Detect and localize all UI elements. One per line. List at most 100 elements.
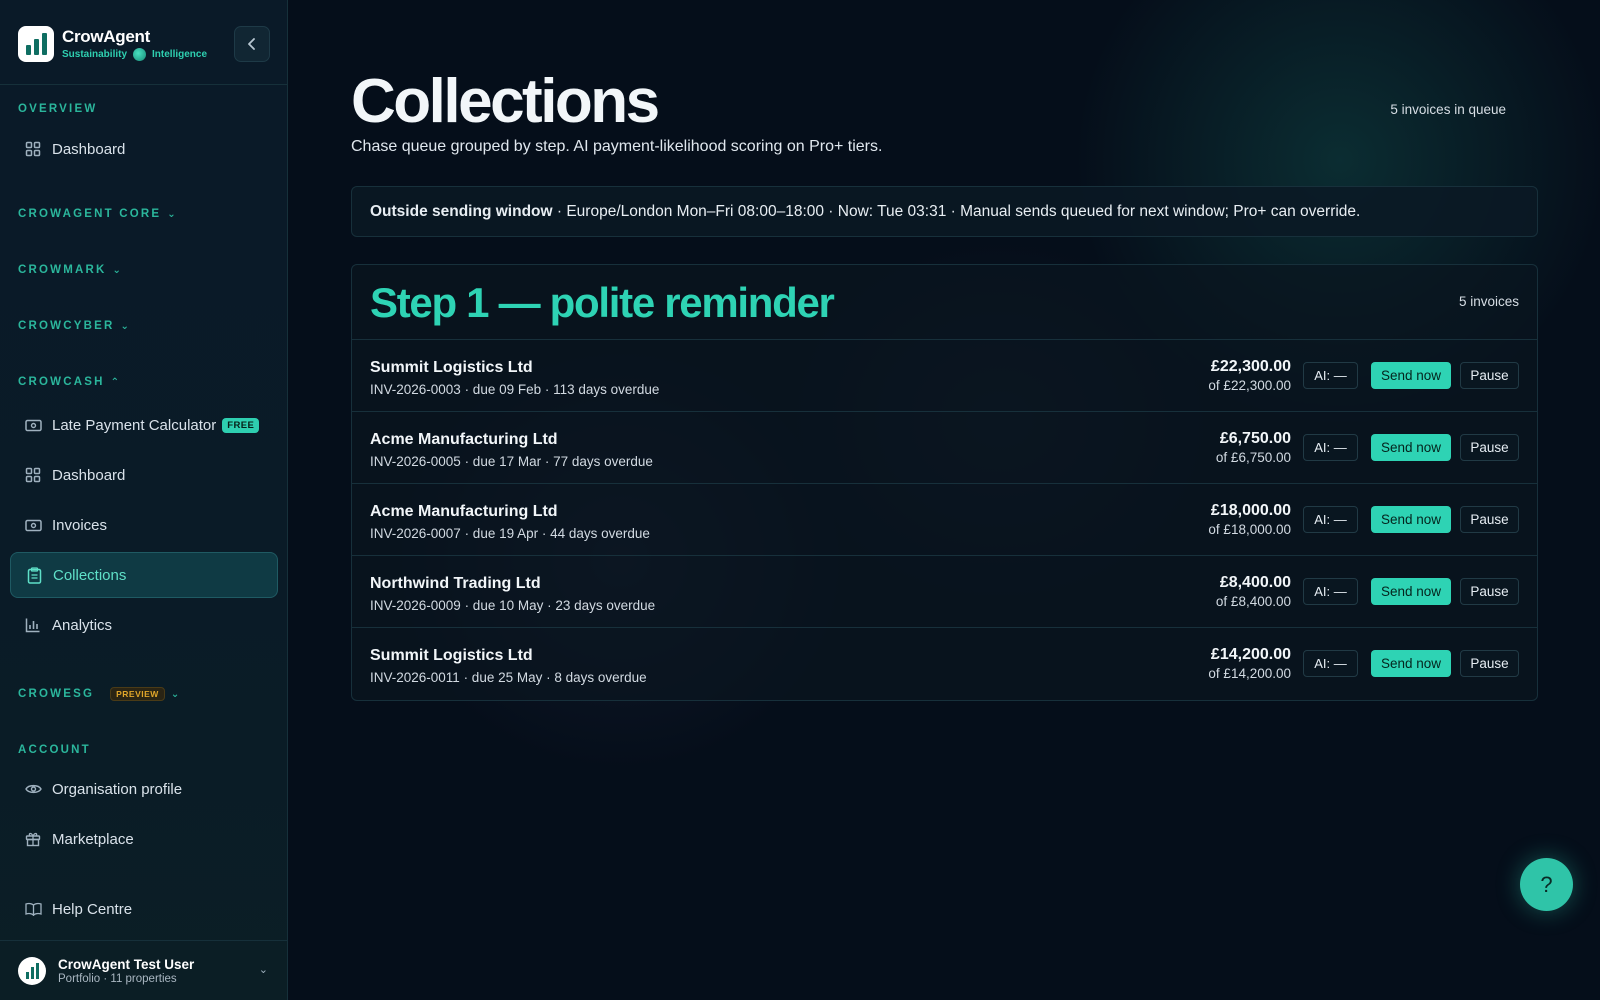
- sidebar-item-organisation-profile[interactable]: Organisation profile: [10, 766, 278, 812]
- invoice-meta: INV-2026-0011 · due 25 May · 8 days over…: [370, 670, 647, 685]
- brand[interactable]: CrowAgent Sustainability Intelligence: [18, 26, 207, 62]
- customer-name: Summit Logistics Ltd: [370, 647, 533, 664]
- invoice-total: of £22,300.00: [1208, 378, 1291, 393]
- invoice-amount: £22,300.00: [1210, 358, 1291, 375]
- customer-name: Acme Manufacturing Ltd: [370, 431, 558, 448]
- section-account: ACCOUNT: [18, 744, 91, 756]
- page-subtitle: Chase queue grouped by step. AI payment-…: [351, 138, 883, 155]
- queue-count: 5 invoices in queue: [1390, 102, 1506, 117]
- help-button[interactable]: ?: [1520, 858, 1573, 911]
- user-menu[interactable]: CrowAgent Test User Portfolio · 11 prope…: [0, 940, 288, 1000]
- bar-chart-icon: [24, 616, 42, 634]
- section-crowcyber[interactable]: CROWCYBER ⌄: [18, 320, 129, 332]
- notice-text: · Europe/London Mon–Fri 08:00–18:00 · No…: [552, 202, 1361, 220]
- eye-icon: [24, 780, 42, 798]
- clipboard-icon: [25, 566, 43, 584]
- grid-icon: [24, 140, 42, 158]
- chevron-left-icon: [248, 38, 255, 50]
- section-crowesg[interactable]: CROWESG PREVIEW ⌄: [18, 687, 179, 701]
- gift-icon: [24, 830, 42, 848]
- sidebar-item-cash-dashboard[interactable]: Dashboard: [10, 452, 278, 498]
- customer-name: Northwind Trading Ltd: [370, 575, 541, 592]
- invoice-meta: INV-2026-0009 · due 10 May · 23 days ove…: [370, 598, 656, 613]
- chevron-down-icon: ⌄: [120, 320, 129, 332]
- table-row: Acme Manufacturing Ltd INV-2026-0007 · d…: [352, 484, 1537, 556]
- table-row: Summit Logistics Ltd INV-2026-0003 · due…: [352, 340, 1537, 412]
- invoice-meta: INV-2026-0005 · due 17 Mar · 77 days ove…: [370, 454, 653, 469]
- sidebar-item-collections[interactable]: Collections: [10, 552, 278, 598]
- brand-name: CrowAgent: [62, 26, 150, 46]
- table-row: Northwind Trading Ltd INV-2026-0009 · du…: [352, 556, 1537, 628]
- sidebar-item-analytics[interactable]: Analytics: [10, 602, 278, 648]
- sidebar-item-invoices[interactable]: Invoices: [10, 502, 278, 548]
- user-name: CrowAgent Test User: [58, 956, 195, 972]
- sidebar-item-label: Marketplace: [52, 830, 134, 848]
- free-badge: FREE: [222, 417, 260, 433]
- section-crowagent-core[interactable]: CROWAGENT CORE ⌄: [18, 208, 176, 220]
- sidebar-item-label: Organisation profile: [52, 780, 183, 798]
- sidebar-item-dashboard[interactable]: Dashboard: [10, 126, 278, 172]
- user-subtitle: Portfolio · 11 properties: [58, 972, 177, 985]
- section-crowmark[interactable]: CROWMARK ⌄: [18, 264, 121, 276]
- invoice-total: of £18,000.00: [1208, 522, 1291, 537]
- grid-icon: [24, 466, 42, 484]
- banknote-icon: [24, 416, 42, 434]
- invoice-total: of £6,750.00: [1215, 450, 1291, 465]
- sidebar: CrowAgent Sustainability Intelligence OV…: [0, 0, 288, 1000]
- main-content: Collections Chase queue grouped by step.…: [288, 0, 1600, 1000]
- sidebar-item-label: Invoices: [52, 516, 108, 534]
- sidebar-item-label: Analytics: [52, 616, 113, 634]
- page-title: Collections: [351, 67, 660, 136]
- avatar: [18, 956, 46, 985]
- collapse-sidebar-button[interactable]: [234, 26, 270, 62]
- pause-button[interactable]: Pause: [1460, 650, 1519, 677]
- invoice-amount: £8,400.00: [1219, 574, 1291, 591]
- invoice-meta: INV-2026-0003 · due 09 Feb · 113 days ov…: [370, 382, 660, 397]
- brand-tagline-right: Intelligence: [152, 48, 208, 60]
- table-row: Acme Manufacturing Ltd INV-2026-0005 · d…: [352, 412, 1537, 484]
- step-title: Step 1 — polite reminder: [370, 279, 835, 326]
- ai-score-badge: AI: —: [1303, 434, 1358, 461]
- pause-button[interactable]: Pause: [1460, 506, 1519, 533]
- chevron-up-icon: ⌃: [110, 376, 119, 388]
- customer-name: Acme Manufacturing Ltd: [370, 503, 558, 520]
- sidebar-item-label: Late Payment Calculator: [52, 416, 217, 434]
- invoice-amount: £6,750.00: [1219, 430, 1291, 447]
- invoice-total: of £14,200.00: [1208, 666, 1291, 681]
- chevron-down-icon: ⌄: [258, 964, 268, 976]
- table-row: Summit Logistics Ltd INV-2026-0011 · due…: [352, 628, 1537, 700]
- sidebar-item-help-centre[interactable]: Help Centre: [10, 886, 278, 932]
- book-icon: [24, 900, 42, 918]
- sidebar-item-label: Dashboard: [52, 466, 126, 484]
- ai-score-badge: AI: —: [1303, 506, 1358, 533]
- pause-button[interactable]: Pause: [1460, 578, 1519, 605]
- invoice-amount: £18,000.00: [1210, 502, 1291, 519]
- step-count: 5 invoices: [1458, 294, 1519, 309]
- sidebar-item-label: Dashboard: [52, 140, 126, 158]
- chevron-down-icon: ⌄: [112, 264, 121, 276]
- chevron-down-icon: ⌄: [170, 688, 180, 700]
- sidebar-item-late-payment-calculator[interactable]: Late Payment Calculator FREE: [10, 402, 278, 448]
- globe-icon: [133, 47, 147, 61]
- sidebar-item-label: Collections: [53, 566, 127, 584]
- sidebar-item-marketplace[interactable]: Marketplace: [10, 816, 278, 862]
- send-now-button[interactable]: Send now: [1371, 506, 1451, 533]
- ai-score-badge: AI: —: [1303, 362, 1358, 389]
- send-now-button[interactable]: Send now: [1371, 650, 1451, 677]
- preview-badge: PREVIEW: [110, 687, 165, 701]
- pause-button[interactable]: Pause: [1460, 434, 1519, 461]
- sidebar-divider: [0, 84, 288, 85]
- section-crowcash[interactable]: CROWCASH ⌃: [18, 376, 119, 388]
- banknote-icon: [24, 516, 42, 534]
- pause-button[interactable]: Pause: [1460, 362, 1519, 389]
- send-now-button[interactable]: Send now: [1371, 362, 1451, 389]
- chevron-down-icon: ⌄: [167, 208, 176, 220]
- brand-tagline-left: Sustainability: [62, 48, 128, 60]
- send-now-button[interactable]: Send now: [1371, 434, 1451, 461]
- brand-logo-icon: [18, 26, 54, 62]
- ai-score-badge: AI: —: [1303, 578, 1358, 605]
- invoice-meta: INV-2026-0007 · due 19 Apr · 44 days ove…: [370, 526, 650, 541]
- send-now-button[interactable]: Send now: [1371, 578, 1451, 605]
- invoice-total: of £8,400.00: [1215, 594, 1291, 609]
- sidebar-item-label: Help Centre: [52, 900, 133, 918]
